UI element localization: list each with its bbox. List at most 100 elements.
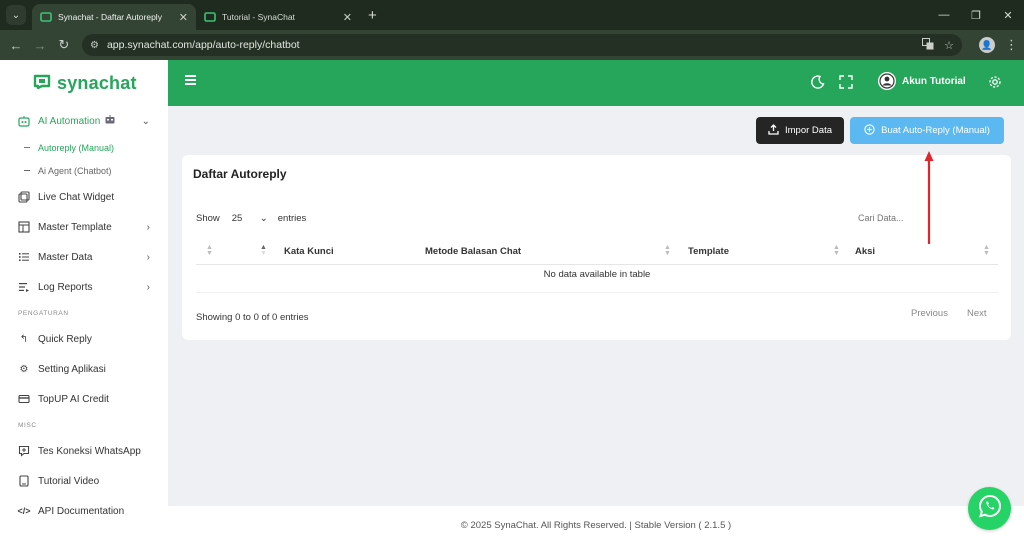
- browser-tab[interactable]: Tutorial - SynaChat ✕: [196, 4, 360, 30]
- column-header-kata-kunci[interactable]: Kata Kunci: [284, 246, 334, 257]
- section-label-pengaturan: PENGATURAN: [18, 309, 69, 317]
- plus-circle-icon: [864, 123, 875, 138]
- dark-mode-moon-icon[interactable]: [810, 74, 826, 90]
- chevron-down-icon: ⌄: [141, 115, 150, 127]
- table-header: ▲ ▼ ▲ ▼ Kata Kunci Metode Balasan Chat ▲ ▼ …: [196, 239, 998, 265]
- import-data-button[interactable]: Impor Data: [756, 117, 844, 144]
- tab-title: Tutorial - SynaChat: [222, 12, 295, 22]
- dash-icon: [24, 147, 30, 148]
- sidebar-item-api-documentation[interactable]: </> API Documentation: [0, 496, 168, 526]
- autoreply-table-card: Daftar Autoreply Show 25 ⌄ entries ▲▼ ▲▼…: [182, 155, 1011, 340]
- sidebar-item-label: Log Reports: [38, 281, 93, 293]
- close-window-icon[interactable]: ✕: [992, 9, 1024, 22]
- pagination-next[interactable]: Next: [967, 308, 987, 319]
- list-icon: [18, 251, 30, 263]
- synachat-logo-icon: [33, 73, 51, 94]
- entries-label: entries: [277, 213, 307, 224]
- sidebar-subitem-autoreply-manual[interactable]: Autoreply (Manual): [0, 136, 168, 159]
- profile-avatar[interactable]: 👤: [979, 37, 995, 53]
- book-icon: [18, 475, 30, 487]
- sidebar-item-label: Master Data: [38, 251, 93, 263]
- page-size-select[interactable]: 25 ⌄: [232, 213, 268, 224]
- column-header-template[interactable]: Template: [688, 246, 729, 257]
- page-size-value: 25: [231, 213, 243, 224]
- translate-icon[interactable]: [922, 37, 934, 53]
- url-text: app.synachat.com/app/auto-reply/chatbot: [106, 39, 300, 51]
- app-header: Akun Tutorial: [168, 60, 1024, 106]
- sidebar-item-live-chat-widget[interactable]: Live Chat Widget: [0, 182, 168, 212]
- close-tab-icon[interactable]: ✕: [179, 11, 188, 24]
- synachat-favicon-icon: [204, 11, 216, 23]
- sidebar-item-label: AI Automation: [38, 115, 101, 127]
- sidebar-subitem-label: Autoreply (Manual): [38, 142, 115, 153]
- user-menu[interactable]: Akun Tutorial: [878, 72, 966, 90]
- bookmark-star-icon[interactable]: ☆: [944, 39, 954, 52]
- tab-title: Synachat - Daftar Autoreply: [58, 12, 162, 22]
- sidebar-item-ai-automation[interactable]: AI Automation ⌄: [0, 106, 168, 136]
- sidebar-item-setting-aplikasi[interactable]: ⚙ Setting Aplikasi: [0, 354, 168, 384]
- main-content: Impor Data Buat Auto-Reply (Manual) Daft…: [168, 106, 1024, 506]
- pagination-previous[interactable]: Previous: [911, 308, 948, 319]
- gear-icon: ⚙: [19, 363, 29, 375]
- forward-icon[interactable]: →: [28, 38, 52, 53]
- restore-icon[interactable]: ❐: [960, 9, 992, 22]
- browser-tab-bar: ⌄ Synachat - Daftar Autoreply ✕ Tutorial…: [0, 0, 1024, 30]
- browser-tab-active[interactable]: Synachat - Daftar Autoreply ✕: [32, 4, 196, 30]
- sidebar-item-label: Master Template: [38, 221, 112, 233]
- sidebar-item-quick-reply[interactable]: ↰ Quick Reply: [0, 324, 168, 354]
- create-auto-reply-label: Buat Auto-Reply (Manual): [881, 125, 990, 136]
- sort-icon[interactable]: ▲ ▼: [664, 244, 671, 257]
- new-tab-icon[interactable]: +: [368, 7, 377, 24]
- annotation-arrow-icon: [924, 151, 934, 244]
- sort-asc-icon[interactable]: ▲ ▼: [260, 244, 267, 257]
- sidebar-item-log-reports[interactable]: Log Reports ›: [0, 272, 168, 302]
- page-length-control: Show 25 ⌄ entries: [196, 213, 306, 224]
- sidebar-item-master-data[interactable]: Master Data ›: [0, 242, 168, 272]
- sidebar-item-tes-koneksi[interactable]: Tes Koneksi WhatsApp: [0, 436, 168, 466]
- sidebar-item-master-template[interactable]: Master Template ›: [0, 212, 168, 242]
- column-header-aksi[interactable]: Aksi: [855, 246, 875, 257]
- empty-table-message: No data available in table: [543, 269, 651, 280]
- sidebar-subitem-label: Ai Agent (Chatbot): [38, 165, 112, 176]
- back-icon[interactable]: ←: [4, 38, 28, 53]
- import-data-label: Impor Data: [785, 125, 832, 136]
- footer-text: © 2025 SynaChat. All Rights Reserved. | …: [460, 519, 732, 531]
- log-icon: [18, 281, 30, 293]
- avatar: [878, 72, 896, 90]
- reply-icon: ↰: [19, 333, 29, 345]
- fullscreen-icon[interactable]: [838, 74, 854, 90]
- chevron-right-icon: ›: [146, 251, 150, 263]
- address-bar[interactable]: ⚙ app.synachat.com/app/auto-reply/chatbo…: [82, 34, 962, 56]
- gear-icon[interactable]: [987, 74, 1003, 90]
- dash-icon: [24, 170, 30, 171]
- sidebar-item-topup-ai-credit[interactable]: TopUP AI Credit: [0, 384, 168, 414]
- hamburger-menu-icon[interactable]: [185, 75, 196, 85]
- sort-icon[interactable]: ▲ ▼: [983, 244, 990, 257]
- window-controls: — ❐ ✕: [928, 0, 1024, 30]
- sidebar-item-label: API Documentation: [38, 505, 125, 517]
- reload-icon[interactable]: ↻: [52, 37, 76, 53]
- create-auto-reply-button[interactable]: Buat Auto-Reply (Manual): [850, 117, 1004, 144]
- sidebar-item-label: Live Chat Widget: [38, 191, 115, 203]
- menu-kebab-icon[interactable]: ⋮: [1005, 37, 1018, 53]
- template-icon: [18, 221, 30, 233]
- card-title: Daftar Autoreply: [193, 167, 287, 181]
- sidebar-subitem-ai-agent[interactable]: Ai Agent (Chatbot): [0, 159, 168, 182]
- column-header-metode-balasan[interactable]: Metode Balasan Chat: [425, 246, 521, 257]
- section-label-misc: MISC: [18, 421, 37, 429]
- sidebar: synachat AI Automation ⌄ Autoreply (Manu…: [0, 60, 168, 544]
- close-tab-icon[interactable]: ✕: [343, 11, 352, 24]
- user-name: Akun Tutorial: [902, 75, 966, 87]
- tab-search-button[interactable]: ⌄: [6, 5, 26, 25]
- sidebar-item-label: Quick Reply: [38, 333, 92, 345]
- site-info-icon[interactable]: ⚙: [90, 40, 99, 51]
- code-icon: </>: [17, 506, 31, 516]
- minimize-icon[interactable]: —: [928, 9, 960, 21]
- sidebar-item-label: Tes Koneksi WhatsApp: [38, 445, 141, 457]
- whatsapp-float-button[interactable]: [968, 487, 1011, 530]
- sidebar-item-tutorial-video[interactable]: Tutorial Video: [0, 466, 168, 496]
- sort-icon[interactable]: ▲ ▼: [206, 244, 213, 257]
- show-label: Show: [196, 213, 220, 224]
- brand-logo[interactable]: synachat: [0, 60, 168, 106]
- sort-icon[interactable]: ▲ ▼: [833, 244, 840, 257]
